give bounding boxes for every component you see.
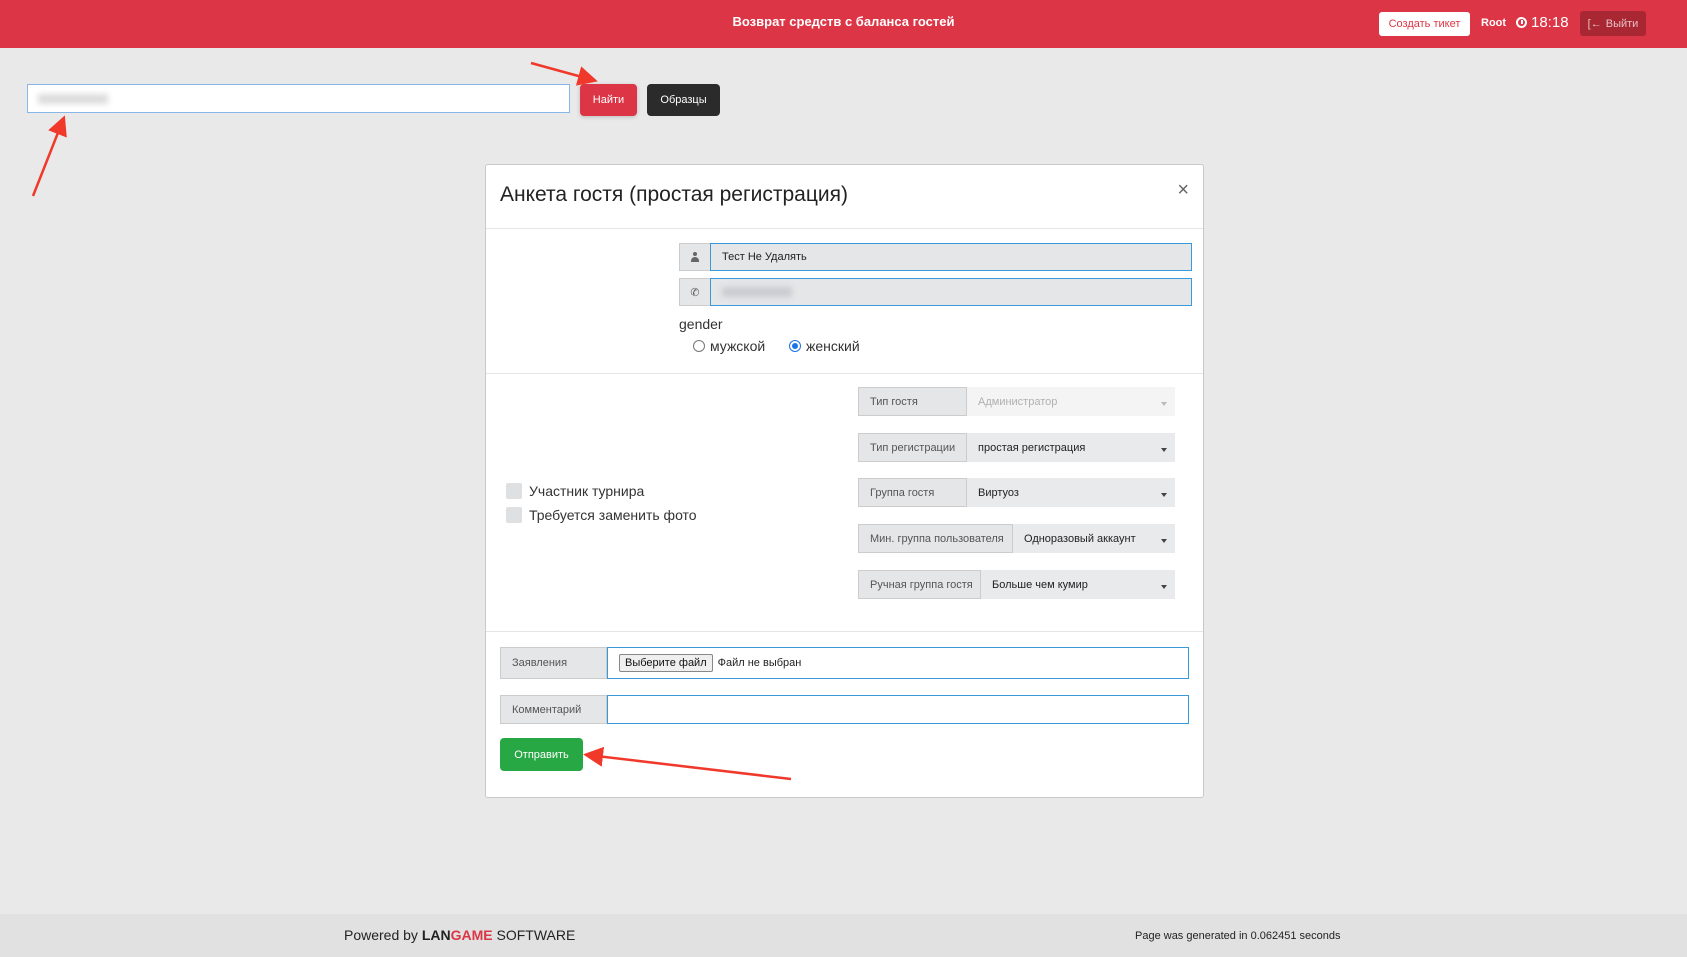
chevron-down-icon — [1161, 539, 1167, 543]
brand-suffix: SOFTWARE — [496, 927, 576, 943]
radio-female[interactable] — [789, 340, 801, 352]
clock-icon — [1516, 17, 1527, 28]
gender-female-label: женский — [806, 338, 860, 354]
footer: Powered by LANGAME SOFTWARE Page was gen… — [0, 914, 1687, 957]
phone-input-group: ✆ — [679, 278, 1192, 306]
manual-guest-group-select[interactable]: Больше чем кумир — [981, 570, 1175, 599]
checkbox[interactable] — [506, 483, 522, 499]
arrow-to-find-button — [530, 61, 598, 86]
radio-male[interactable] — [693, 340, 705, 352]
divider — [486, 631, 1203, 632]
gender-option-female[interactable]: женский — [789, 338, 860, 354]
gender-option-male[interactable]: мужской — [693, 338, 765, 354]
min-user-group-value: Одноразовый аккаунт — [1024, 532, 1136, 545]
find-button[interactable]: Найти — [580, 84, 637, 116]
logout-icon: [← — [1587, 17, 1602, 30]
guest-group-select-group: Группа гостя Виртуоз — [858, 478, 1175, 507]
brand-game: GAME — [450, 927, 493, 943]
min-user-group-select-group: Мин. группа пользователя Одноразовый акк… — [858, 524, 1175, 553]
powered-prefix: Powered by — [344, 927, 418, 943]
guest-type-select-group: Тип гостя Администратор — [858, 387, 1175, 416]
divider — [486, 373, 1203, 374]
comment-group: Комментарий — [500, 695, 1189, 724]
manual-guest-group-select-group: Ручная группа гостя Больше чем кумир — [858, 570, 1175, 599]
min-user-group-select[interactable]: Одноразовый аккаунт — [1013, 524, 1175, 553]
checkbox-label: Участник турнира — [529, 483, 645, 499]
phone-icon: ✆ — [690, 286, 700, 299]
guest-group-select[interactable]: Виртуоз — [967, 478, 1175, 507]
arrow-to-search-input — [31, 115, 67, 197]
registration-type-select[interactable]: простая регистрация — [967, 433, 1175, 462]
choose-file-button[interactable]: Выберите файл — [619, 654, 713, 672]
logout-label: Выйти — [1605, 17, 1639, 30]
min-user-group-label: Мин. группа пользователя — [858, 524, 1013, 553]
chevron-down-icon — [1161, 448, 1167, 452]
search-input[interactable] — [27, 84, 570, 113]
powered-by: Powered by LANGAME SOFTWARE — [344, 927, 575, 943]
statements-label: Заявления — [500, 647, 607, 679]
checkbox-replace-photo[interactable]: Требуется заменить фото — [506, 507, 697, 523]
chevron-down-icon — [1161, 585, 1167, 589]
divider — [486, 228, 1203, 229]
close-icon[interactable]: × — [1177, 179, 1189, 202]
checkbox-tournament[interactable]: Участник турнира — [506, 483, 644, 499]
manual-guest-group-label: Ручная группа гостя — [858, 570, 981, 599]
gender-label: gender — [679, 316, 723, 332]
name-addon — [679, 243, 710, 271]
guest-type-select: Администратор — [967, 387, 1175, 416]
modal-title: Анкета гостя (простая регистрация) — [500, 183, 848, 206]
guest-group-value: Виртуоз — [978, 486, 1019, 499]
generation-time: Page was generated in 0.062451 seconds — [1135, 930, 1341, 942]
guest-form-modal: Анкета гостя (простая регистрация) × Тес… — [485, 164, 1204, 798]
guest-type-value: Администратор — [978, 395, 1058, 408]
checkbox-label: Требуется заменить фото — [529, 507, 697, 523]
name-input-group: Тест Не Удалять — [679, 243, 1192, 271]
phone-addon: ✆ — [679, 278, 710, 306]
registration-type-select-group: Тип регистрации простая регистрация — [858, 433, 1175, 462]
create-ticket-button[interactable]: Создать тикет — [1379, 12, 1470, 36]
logout-button[interactable]: [← Выйти — [1580, 11, 1646, 36]
phone-field[interactable] — [710, 278, 1192, 306]
user-icon — [690, 252, 700, 262]
chevron-down-icon — [1161, 493, 1167, 497]
gender-male-label: мужской — [710, 338, 766, 354]
clock: 18:18 — [1516, 14, 1569, 31]
comment-field[interactable] — [607, 695, 1189, 724]
phone-value-redacted — [722, 287, 792, 297]
manual-guest-group-value: Больше чем кумир — [992, 578, 1088, 591]
name-field[interactable]: Тест Не Удалять — [710, 243, 1192, 271]
search-value-redacted — [38, 94, 108, 104]
comment-label: Комментарий — [500, 695, 607, 724]
clock-time: 18:18 — [1531, 14, 1569, 31]
guest-type-label: Тип гостя — [858, 387, 967, 416]
user-name: Root — [1481, 17, 1507, 29]
statements-file-field: Выберите файл Файл не выбран — [607, 647, 1189, 679]
file-status: Файл не выбран — [717, 657, 802, 669]
statements-file-group: Заявления Выберите файл Файл не выбран — [500, 647, 1189, 679]
samples-button[interactable]: Образцы — [647, 84, 720, 116]
chevron-down-icon — [1161, 402, 1167, 406]
guest-group-label: Группа гостя — [858, 478, 967, 507]
brand-lan: LAN — [421, 927, 451, 943]
registration-type-label: Тип регистрации — [858, 433, 967, 462]
checkbox[interactable] — [506, 507, 522, 523]
submit-button[interactable]: Отправить — [500, 738, 583, 771]
top-bar: Возврат средств с баланса гостей Создать… — [0, 0, 1687, 48]
registration-type-value: простая регистрация — [978, 441, 1086, 454]
